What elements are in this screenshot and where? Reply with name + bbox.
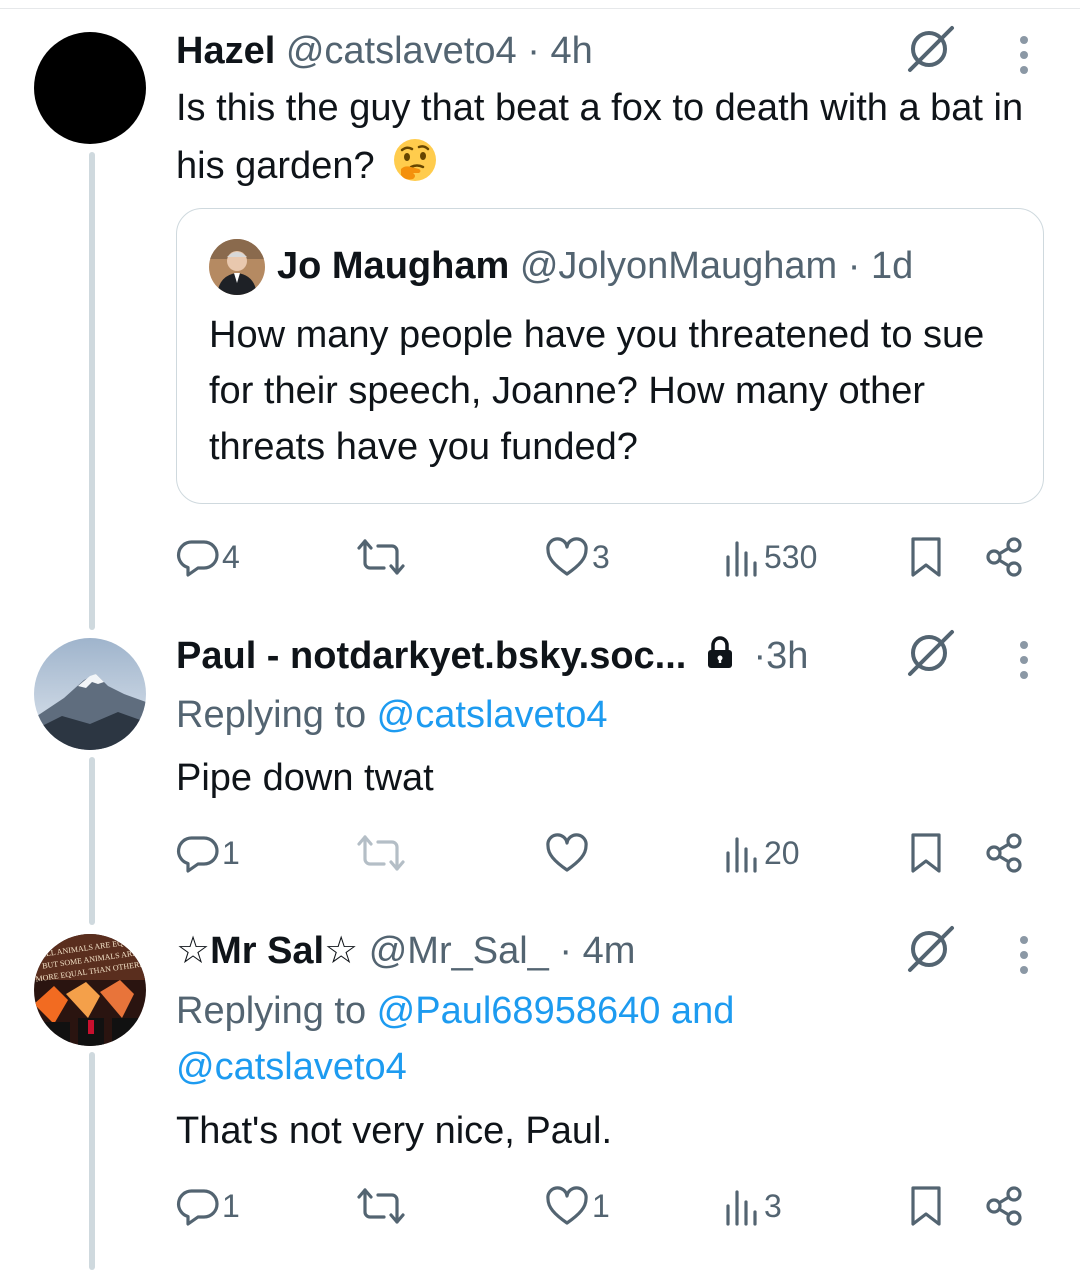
grok-icon[interactable] xyxy=(906,24,956,74)
author-name[interactable]: Hazel xyxy=(176,30,275,72)
avatar-jo-maugham[interactable] xyxy=(209,239,265,295)
views-count: 3 xyxy=(764,1187,782,1224)
share-icon xyxy=(986,833,1022,873)
thread-line xyxy=(89,757,95,925)
quoted-text: How many people have you threatened to s… xyxy=(209,314,985,468)
post-header: Paul - notdarkyet.bsky.soc... ·3h xyxy=(176,633,808,681)
avatar-mr-sal[interactable]: ALL ANIMALS ARE EQUAL BUT SOME ANIMALS A… xyxy=(34,934,146,1046)
top-divider xyxy=(0,8,1080,9)
more-options-icon[interactable] xyxy=(1004,633,1044,683)
mention-link[interactable]: @catslaveto4 xyxy=(176,1046,407,1088)
repost-button[interactable] xyxy=(356,828,406,878)
like-count: 1 xyxy=(592,1187,610,1224)
grok-icon[interactable] xyxy=(906,628,956,678)
views-button[interactable]: 3 xyxy=(722,1181,782,1231)
post-time[interactable]: 3h xyxy=(766,635,808,677)
repost-button[interactable] xyxy=(356,532,406,582)
share-button[interactable] xyxy=(982,828,1026,878)
author-handle[interactable]: @catslaveto4 xyxy=(286,30,517,72)
analytics-icon xyxy=(726,837,757,873)
bookmark-icon xyxy=(911,537,941,577)
repost-icon xyxy=(357,539,405,575)
post-text: Pipe down twat xyxy=(176,757,434,799)
bookmark-button[interactable] xyxy=(904,532,948,582)
reply-icon xyxy=(176,540,219,577)
more-options-icon[interactable] xyxy=(1004,928,1044,978)
like-button[interactable]: 1 xyxy=(544,1181,610,1231)
post-text: Is this the guy that beat a fox to death… xyxy=(176,80,1036,200)
share-button[interactable] xyxy=(982,1181,1026,1231)
bookmark-icon xyxy=(911,833,941,873)
views-button[interactable]: 530 xyxy=(722,532,817,582)
reply-icon xyxy=(176,1189,219,1226)
replying-to: Replying to @catslaveto4 xyxy=(176,687,607,743)
like-button[interactable] xyxy=(544,828,590,878)
quoted-author-name[interactable]: Jo Maugham xyxy=(277,245,509,287)
bookmark-button[interactable] xyxy=(904,1181,948,1231)
post-header: ☆Mr Sal☆ @Mr_Sal_ · 4m xyxy=(176,928,635,974)
lock-icon xyxy=(705,635,735,681)
quoted-post-time[interactable]: 1d xyxy=(871,245,913,287)
post-time[interactable]: 4h xyxy=(550,30,592,72)
repost-icon xyxy=(357,835,405,871)
quoted-post[interactable]: Jo Maugham @JolyonMaugham · 1d How many … xyxy=(176,208,1044,504)
replying-to-continued: @catslaveto4 xyxy=(176,1039,407,1095)
author-name[interactable]: ☆Mr Sal☆ xyxy=(176,930,358,972)
analytics-icon xyxy=(726,1190,757,1226)
views-count: 20 xyxy=(764,834,800,871)
bookmark-icon xyxy=(911,1186,941,1226)
reply-icon xyxy=(176,836,219,873)
reply-button[interactable]: 1 xyxy=(176,828,240,878)
share-icon xyxy=(986,537,1022,577)
reply-button[interactable]: 1 xyxy=(176,1181,240,1231)
avatar-paul[interactable] xyxy=(34,638,146,750)
heart-icon xyxy=(546,1186,588,1225)
thread-line xyxy=(89,152,95,630)
author-name[interactable]: Paul - notdarkyet.bsky.soc... xyxy=(176,635,686,677)
post-header: Hazel @catslaveto4 · 4h xyxy=(176,28,593,74)
avatar-hazel[interactable] xyxy=(34,32,146,144)
grok-icon[interactable] xyxy=(906,924,956,974)
reply-count: 1 xyxy=(222,1187,240,1224)
analytics-icon xyxy=(726,541,757,577)
bookmark-button[interactable] xyxy=(904,828,948,878)
views-count: 530 xyxy=(764,538,818,575)
share-button[interactable] xyxy=(982,532,1026,582)
thinking-face-emoji-icon xyxy=(391,136,439,200)
separator-dot: · xyxy=(559,930,573,972)
author-handle[interactable]: @Mr_Sal_ xyxy=(369,930,549,972)
like-button[interactable]: 3 xyxy=(544,532,610,582)
replying-to-label: Replying to xyxy=(176,694,377,736)
replying-to-label: Replying to xyxy=(176,990,377,1032)
thread-line xyxy=(89,1052,95,1270)
separator-dot: · xyxy=(847,245,861,287)
share-icon xyxy=(986,1186,1022,1226)
heart-icon xyxy=(546,833,588,872)
views-button[interactable]: 20 xyxy=(722,828,800,878)
mention-link[interactable]: @catslaveto4 xyxy=(377,694,608,736)
reply-count: 4 xyxy=(222,538,240,575)
separator-dot: · xyxy=(753,635,767,677)
repost-icon xyxy=(357,1188,405,1224)
separator-dot: · xyxy=(527,30,540,72)
post-text: That's not very nice, Paul. xyxy=(176,1110,613,1152)
more-options-icon[interactable] xyxy=(1004,28,1044,78)
reply-button[interactable]: 4 xyxy=(176,532,240,582)
quoted-author-handle[interactable]: @JolyonMaugham xyxy=(520,245,837,287)
like-count: 3 xyxy=(592,538,610,575)
quoted-header: Jo Maugham @JolyonMaugham · 1d xyxy=(277,243,913,289)
post-text-content: Is this the guy that beat a fox to death… xyxy=(176,87,1024,188)
repost-button[interactable] xyxy=(356,1181,406,1231)
reply-count: 1 xyxy=(222,834,240,871)
replying-to: Replying to @Paul68958640 and xyxy=(176,983,734,1039)
heart-icon xyxy=(546,537,588,576)
post-time[interactable]: 4m xyxy=(583,930,636,972)
mention-link[interactable]: @Paul68958640 and xyxy=(377,990,735,1032)
